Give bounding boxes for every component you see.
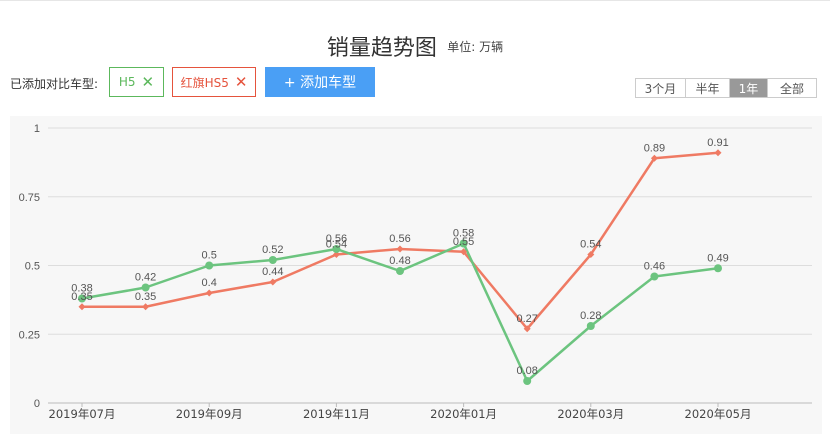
data-point bbox=[269, 278, 277, 286]
data-label: 0.46 bbox=[644, 261, 665, 273]
data-point bbox=[586, 322, 595, 330]
y-tick-label: 0.25 bbox=[19, 329, 40, 341]
data-point bbox=[205, 261, 214, 270]
y-tick-label: 0 bbox=[34, 398, 40, 410]
data-label: 0.56 bbox=[389, 233, 410, 245]
data-label: 0.28 bbox=[580, 310, 601, 322]
data-point bbox=[268, 256, 277, 264]
data-label: 0.35 bbox=[71, 291, 92, 303]
data-point bbox=[205, 289, 213, 297]
data-point bbox=[396, 267, 404, 275]
data-label: 0.44 bbox=[262, 266, 283, 278]
data-label: 0.54 bbox=[580, 239, 601, 251]
data-label: 0.4 bbox=[202, 277, 217, 289]
data-label: 0.27 bbox=[516, 313, 537, 325]
y-tick-label: 1 bbox=[34, 123, 40, 135]
x-tick-label: 2020年01月 bbox=[430, 407, 497, 421]
data-label: 0.35 bbox=[135, 291, 156, 303]
data-label: 0.48 bbox=[389, 255, 410, 267]
data-point bbox=[78, 303, 86, 311]
data-label: 0.52 bbox=[262, 244, 283, 256]
data-label: 0.42 bbox=[135, 272, 156, 284]
data-point bbox=[142, 303, 150, 311]
x-tick-label: 2020年05月 bbox=[685, 407, 752, 421]
data-label: 0.08 bbox=[516, 365, 537, 377]
y-tick-label: 0.75 bbox=[19, 192, 40, 204]
x-tick-label: 2019年07月 bbox=[49, 407, 116, 421]
x-tick-label: 2019年11月 bbox=[303, 407, 370, 421]
y-tick-label: 0.5 bbox=[25, 261, 40, 273]
data-label: 0.49 bbox=[707, 252, 728, 264]
data-label: 0.54 bbox=[326, 239, 347, 251]
data-label: 0.55 bbox=[453, 236, 474, 248]
data-label: 0.91 bbox=[707, 137, 728, 149]
data-point bbox=[650, 272, 659, 281]
x-tick-label: 2020年03月 bbox=[557, 407, 624, 421]
data-point bbox=[714, 264, 722, 273]
sales-trend-chart: 0 0.25 0.5 0.75 1 2019年07月 2019年09月 2019年11月 202… bbox=[19, 123, 812, 421]
x-tick-label: 2019年09月 bbox=[176, 407, 243, 421]
data-label: 0.89 bbox=[644, 142, 665, 154]
data-point bbox=[714, 149, 722, 157]
data-point bbox=[523, 377, 532, 385]
data-point bbox=[396, 245, 404, 253]
data-label: 0.5 bbox=[202, 250, 217, 262]
